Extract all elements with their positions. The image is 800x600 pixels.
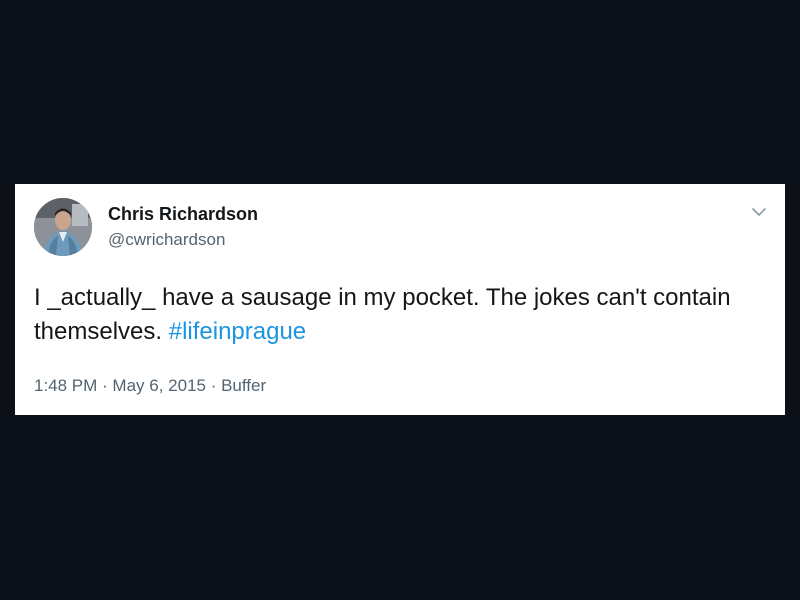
author-handle[interactable]: @cwrichardson xyxy=(108,230,225,250)
screenshot-stage: Chris Richardson @cwrichardson I _actual… xyxy=(0,0,800,600)
tweet-time[interactable]: 1:48 PM xyxy=(34,376,97,395)
author-name[interactable]: Chris Richardson xyxy=(108,204,258,225)
tweet-date[interactable]: May 6, 2015 xyxy=(112,376,206,395)
hashtag-link[interactable]: #lifeinprague xyxy=(169,318,306,345)
tweet-meta: 1:48 PM · May 6, 2015 · Buffer xyxy=(34,376,266,396)
tweet-text: I _actually_ have a sausage in my pocket… xyxy=(34,281,774,349)
chevron-down-icon[interactable] xyxy=(749,202,769,222)
tweet-card: Chris Richardson @cwrichardson I _actual… xyxy=(15,184,785,415)
meta-separator: · xyxy=(97,376,113,395)
avatar[interactable] xyxy=(34,198,92,256)
meta-separator-2: · xyxy=(205,376,222,395)
tweet-source[interactable]: Buffer xyxy=(221,376,266,395)
tweet-body: I _actually_ have a sausage in my pocket… xyxy=(34,284,731,345)
avatar-image xyxy=(34,198,92,256)
